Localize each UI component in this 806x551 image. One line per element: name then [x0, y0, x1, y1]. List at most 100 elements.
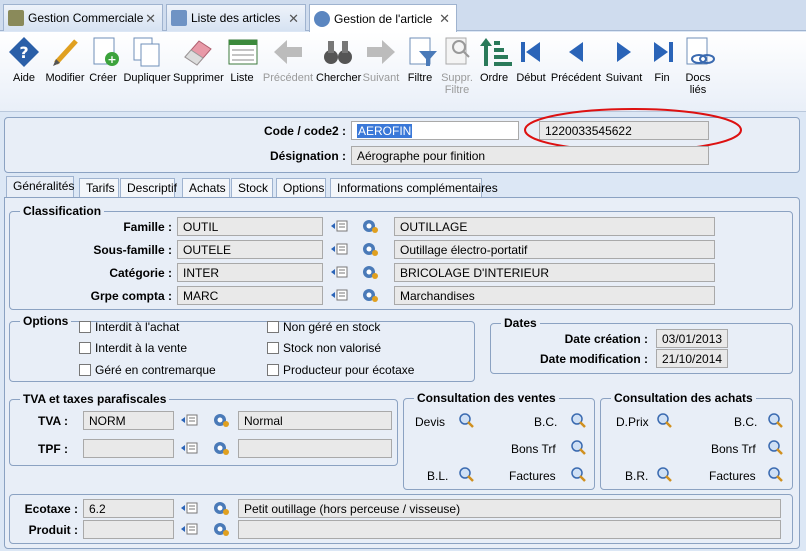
tpf-code-field[interactable]	[83, 439, 174, 458]
modifier-button[interactable]: Modifier	[44, 35, 86, 107]
dupliquer-button[interactable]: Dupliquer	[122, 35, 172, 107]
achats-factures-label: Factures	[709, 469, 756, 483]
tab-stock[interactable]: Stock	[231, 178, 273, 197]
grpe-compta-code-field[interactable]: MARC	[177, 286, 323, 305]
close-icon[interactable]: ✕	[439, 11, 450, 27]
tab-gestion-article[interactable]: Gestion de l'article ✕	[309, 4, 457, 32]
chercher-button[interactable]: Chercher	[316, 35, 361, 107]
tab-tarifs[interactable]: Tarifs	[79, 178, 119, 197]
select-list-icon[interactable]	[330, 241, 348, 257]
stock-non-valorise-checkbox[interactable]	[267, 342, 279, 354]
option-label: Interdit à l'achat	[95, 320, 180, 334]
settings-gear-icon[interactable]	[361, 241, 379, 257]
sous-famille-label: Sous-famille :	[93, 243, 172, 257]
select-list-icon[interactable]	[330, 264, 348, 280]
select-list-icon[interactable]	[180, 500, 198, 516]
suivant-record-button[interactable]: Suivant	[604, 35, 644, 107]
tab-options[interactable]: Options	[276, 178, 326, 197]
tab-gestion-commerciale[interactable]: Gestion Commerciale ✕	[3, 4, 163, 31]
interdit-vente-checkbox[interactable]	[79, 342, 91, 354]
aide-button[interactable]: ? Aide	[6, 35, 42, 107]
tab-liste-articles[interactable]: Liste des articles ✕	[166, 4, 306, 31]
settings-gear-icon[interactable]	[212, 500, 230, 516]
precedent-record-button[interactable]: Précédent	[550, 35, 602, 107]
tva-code-field[interactable]: NORM	[83, 411, 174, 430]
non-gere-stock-checkbox[interactable]	[267, 321, 279, 333]
suivant-button[interactable]: Suivant	[362, 35, 400, 107]
arrow-right-icon	[364, 35, 398, 69]
magnifier-icon[interactable]	[767, 439, 785, 455]
date-creation-field[interactable]: 03/01/2013	[656, 329, 728, 348]
group-title: Consultation des achats	[611, 391, 756, 405]
close-icon[interactable]: ✕	[145, 11, 156, 27]
grpe-compta-desc-field[interactable]: Marchandises	[394, 286, 715, 305]
magnifier-icon[interactable]	[570, 412, 588, 428]
suppr-filtre-button[interactable]: Suppr. Filtre	[439, 35, 475, 107]
magnifier-icon[interactable]	[767, 466, 785, 482]
supprimer-button[interactable]: Supprimer	[173, 35, 224, 107]
tab-descriptif[interactable]: Descriptif	[120, 178, 177, 197]
ordre-button[interactable]: Ordre	[478, 35, 512, 107]
close-icon[interactable]: ✕	[288, 11, 299, 27]
date-modification-field[interactable]: 21/10/2014	[656, 349, 728, 368]
select-list-icon[interactable]	[330, 287, 348, 303]
settings-gear-icon[interactable]	[361, 264, 379, 280]
tva-label: TVA :	[38, 414, 68, 428]
select-list-icon[interactable]	[330, 218, 348, 234]
magnifier-icon[interactable]	[656, 466, 674, 482]
code-field[interactable]: AEROFIN	[351, 121, 519, 140]
group-title: Consultation des ventes	[414, 391, 559, 405]
magnifier-icon[interactable]	[570, 439, 588, 455]
achats-dprix-label: D.Prix	[616, 415, 649, 429]
tab-informations[interactable]: Informations complémentaires	[330, 178, 498, 197]
ecotaxe-desc-field[interactable]: Petit outillage (hors perceuse / visseus…	[238, 499, 781, 518]
settings-gear-icon[interactable]	[212, 521, 230, 537]
categorie-code-field[interactable]: INTER	[177, 263, 323, 282]
tab-achats[interactable]: Achats	[182, 178, 230, 197]
famille-desc-field[interactable]: OUTILLAGE	[394, 217, 715, 236]
tva-desc-field[interactable]: Normal	[238, 411, 392, 430]
creer-button[interactable]: + Créer	[88, 35, 119, 107]
select-list-icon[interactable]	[180, 440, 198, 456]
categorie-desc-field[interactable]: BRICOLAGE D'INTERIEUR	[394, 263, 715, 282]
settings-gear-icon[interactable]	[361, 218, 379, 234]
designation-field[interactable]: Aérographe pour finition	[351, 146, 709, 165]
date-creation-label: Date création :	[564, 332, 648, 346]
svg-text:?: ?	[19, 43, 28, 62]
magnifier-icon[interactable]	[458, 466, 476, 482]
magnifier-icon[interactable]	[458, 412, 476, 428]
achats-bons-trf-label: Bons Trf	[711, 442, 756, 456]
settings-gear-icon[interactable]	[361, 287, 379, 303]
debut-button[interactable]: Début	[514, 35, 548, 107]
sous-famille-code-field[interactable]: OUTELE	[177, 240, 323, 259]
categorie-label: Catégorie :	[109, 266, 172, 280]
date-modification-label: Date modification :	[539, 352, 648, 366]
tab-label: Gestion de l'article	[334, 11, 433, 26]
famille-code-field[interactable]: OUTIL	[177, 217, 323, 236]
produit-field[interactable]	[83, 520, 174, 539]
filtre-button[interactable]: Filtre	[405, 35, 437, 107]
precedent-button[interactable]: Précédent	[262, 35, 314, 107]
interdit-achat-checkbox[interactable]	[79, 321, 91, 333]
ventes-bl-label: B.L.	[427, 469, 449, 483]
select-list-icon[interactable]	[180, 521, 198, 537]
eraser-icon	[181, 35, 215, 69]
tab-generalites[interactable]: Généralités	[6, 176, 74, 197]
list-icon	[226, 35, 260, 69]
contremarque-checkbox[interactable]	[79, 364, 91, 376]
tpf-desc-field[interactable]	[238, 439, 392, 458]
docs-lies-button[interactable]: Docs liés	[682, 35, 715, 107]
magnifier-icon[interactable]	[570, 466, 588, 482]
group-title: TVA et taxes parafiscales	[20, 392, 170, 406]
select-list-icon[interactable]	[180, 412, 198, 428]
fin-button[interactable]: Fin	[646, 35, 678, 107]
sous-famille-desc-field[interactable]: Outillage électro-portatif	[394, 240, 715, 259]
settings-gear-icon[interactable]	[212, 412, 230, 428]
producteur-ecotaxe-checkbox[interactable]	[267, 364, 279, 376]
ecotaxe-field[interactable]: 6.2	[83, 499, 174, 518]
magnifier-icon[interactable]	[767, 412, 785, 428]
liste-button[interactable]: Liste	[226, 35, 258, 107]
settings-gear-icon[interactable]	[212, 440, 230, 456]
magnifier-icon[interactable]	[656, 412, 674, 428]
produit-desc-field[interactable]	[238, 520, 781, 539]
